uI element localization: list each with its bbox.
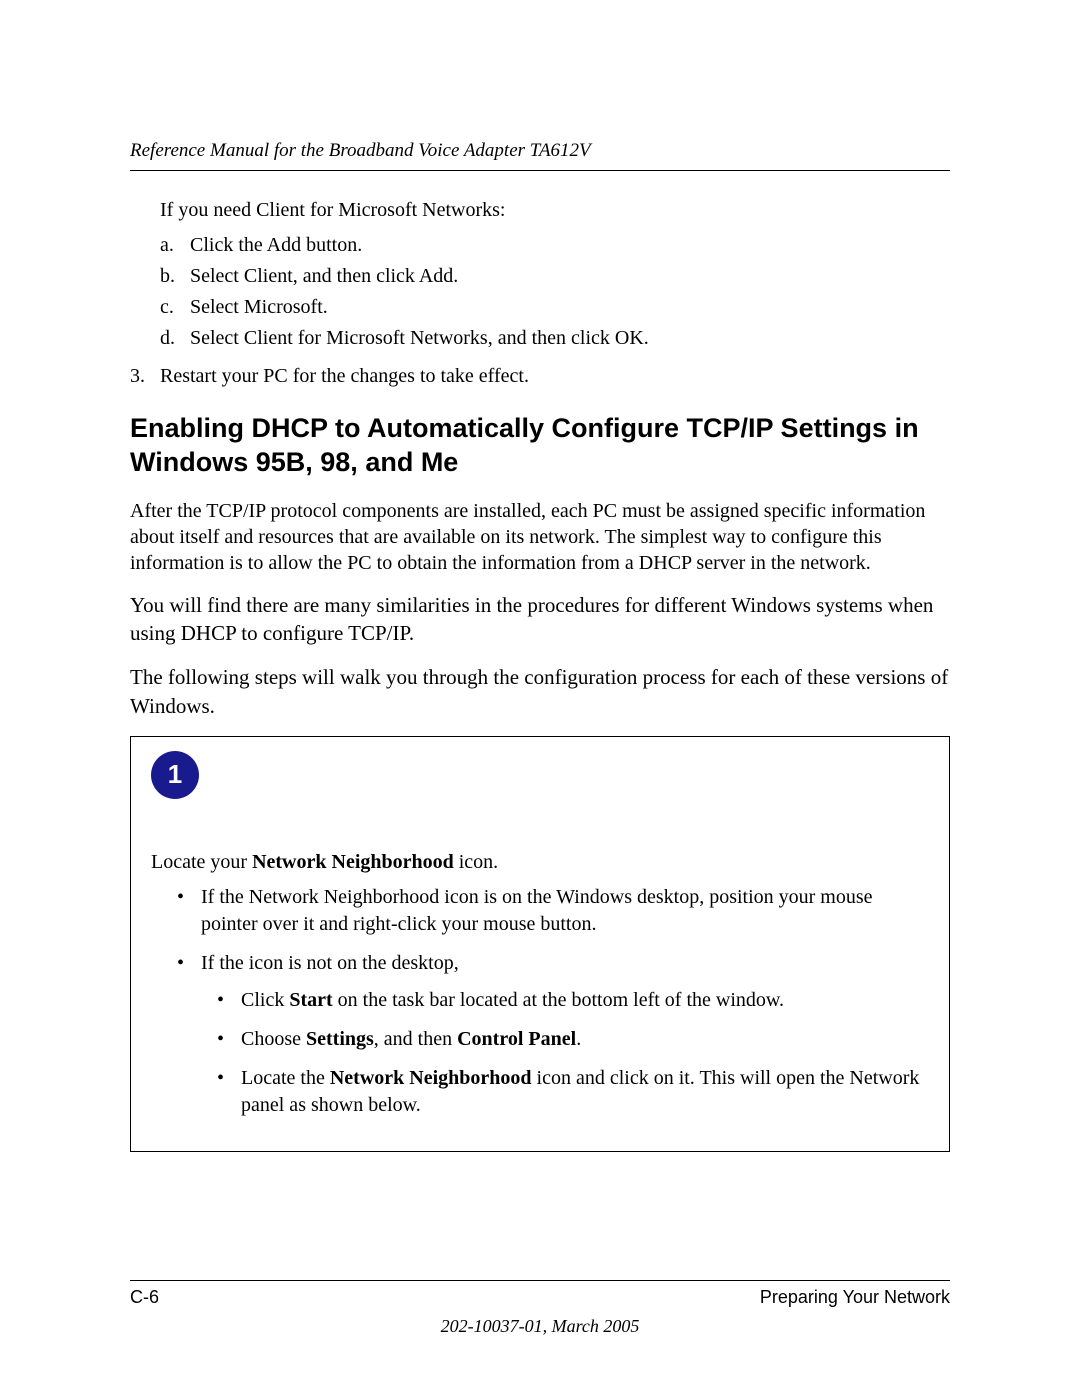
bold-text: Control Panel [457, 1028, 576, 1050]
running-header: Reference Manual for the Broadband Voice… [130, 140, 950, 162]
text: Locate the [241, 1067, 330, 1089]
list-item: If the icon is not on the desktop, Click… [201, 950, 929, 1119]
list-item: Restart your PC for the changes to take … [160, 362, 950, 390]
list-item: Choose Settings, and then Control Panel. [241, 1026, 929, 1053]
paragraph: After the TCP/IP protocol components are… [130, 498, 950, 576]
list-item: Click Start on the task bar located at t… [241, 987, 929, 1014]
intro-line: If you need Client for Microsoft Network… [160, 197, 950, 224]
bold-text: Start [289, 989, 332, 1011]
list-item: Select Client for Microsoft Networks, an… [190, 323, 950, 354]
paragraph: You will find there are many similaritie… [130, 591, 950, 648]
sub-step-list: Click the Add button. Select Client, and… [130, 230, 950, 354]
list-item: Select Client, and then click Add. [190, 261, 950, 292]
page-number: C-6 [130, 1287, 159, 1308]
footer-docinfo: 202-10037-01, March 2005 [130, 1316, 950, 1337]
page-footer: C-6 Preparing Your Network 202-10037-01,… [130, 1280, 950, 1337]
text: icon. [454, 851, 498, 873]
document-page: Reference Manual for the Broadband Voice… [0, 0, 1080, 1397]
step-number-badge: 1 [151, 751, 199, 799]
text: Choose [241, 1028, 306, 1050]
text: , and then [374, 1028, 457, 1050]
list-item: Click the Add button. [190, 230, 950, 261]
bold-text: Network Neighborhood [252, 851, 454, 873]
step-instruction: Locate your Network Neighborhood icon. [151, 849, 929, 876]
footer-section-title: Preparing Your Network [760, 1287, 950, 1308]
text: Locate your [151, 851, 252, 873]
list-item: Select Microsoft. [190, 292, 950, 323]
paragraph: The following steps will walk you throug… [130, 663, 950, 720]
bullet-list: If the Network Neighborhood icon is on t… [151, 884, 929, 1119]
text: Click [241, 989, 289, 1011]
nested-bullet-list: Click Start on the task bar located at t… [201, 987, 929, 1119]
header-rule [130, 170, 950, 171]
section-heading: Enabling DHCP to Automatically Configure… [130, 412, 950, 480]
list-item: Locate the Network Neighborhood icon and… [241, 1065, 929, 1119]
text: If the icon is not on the desktop, [201, 952, 459, 974]
list-item: If the Network Neighborhood icon is on t… [201, 884, 929, 938]
bold-text: Network Neighborhood [330, 1067, 532, 1089]
step-box: 1 Locate your Network Neighborhood icon.… [130, 736, 950, 1152]
bold-text: Settings [306, 1028, 374, 1050]
text: . [576, 1028, 581, 1050]
text: on the task bar located at the bottom le… [333, 989, 784, 1011]
numbered-continuation: Restart your PC for the changes to take … [130, 362, 950, 390]
footer-rule [130, 1280, 950, 1281]
